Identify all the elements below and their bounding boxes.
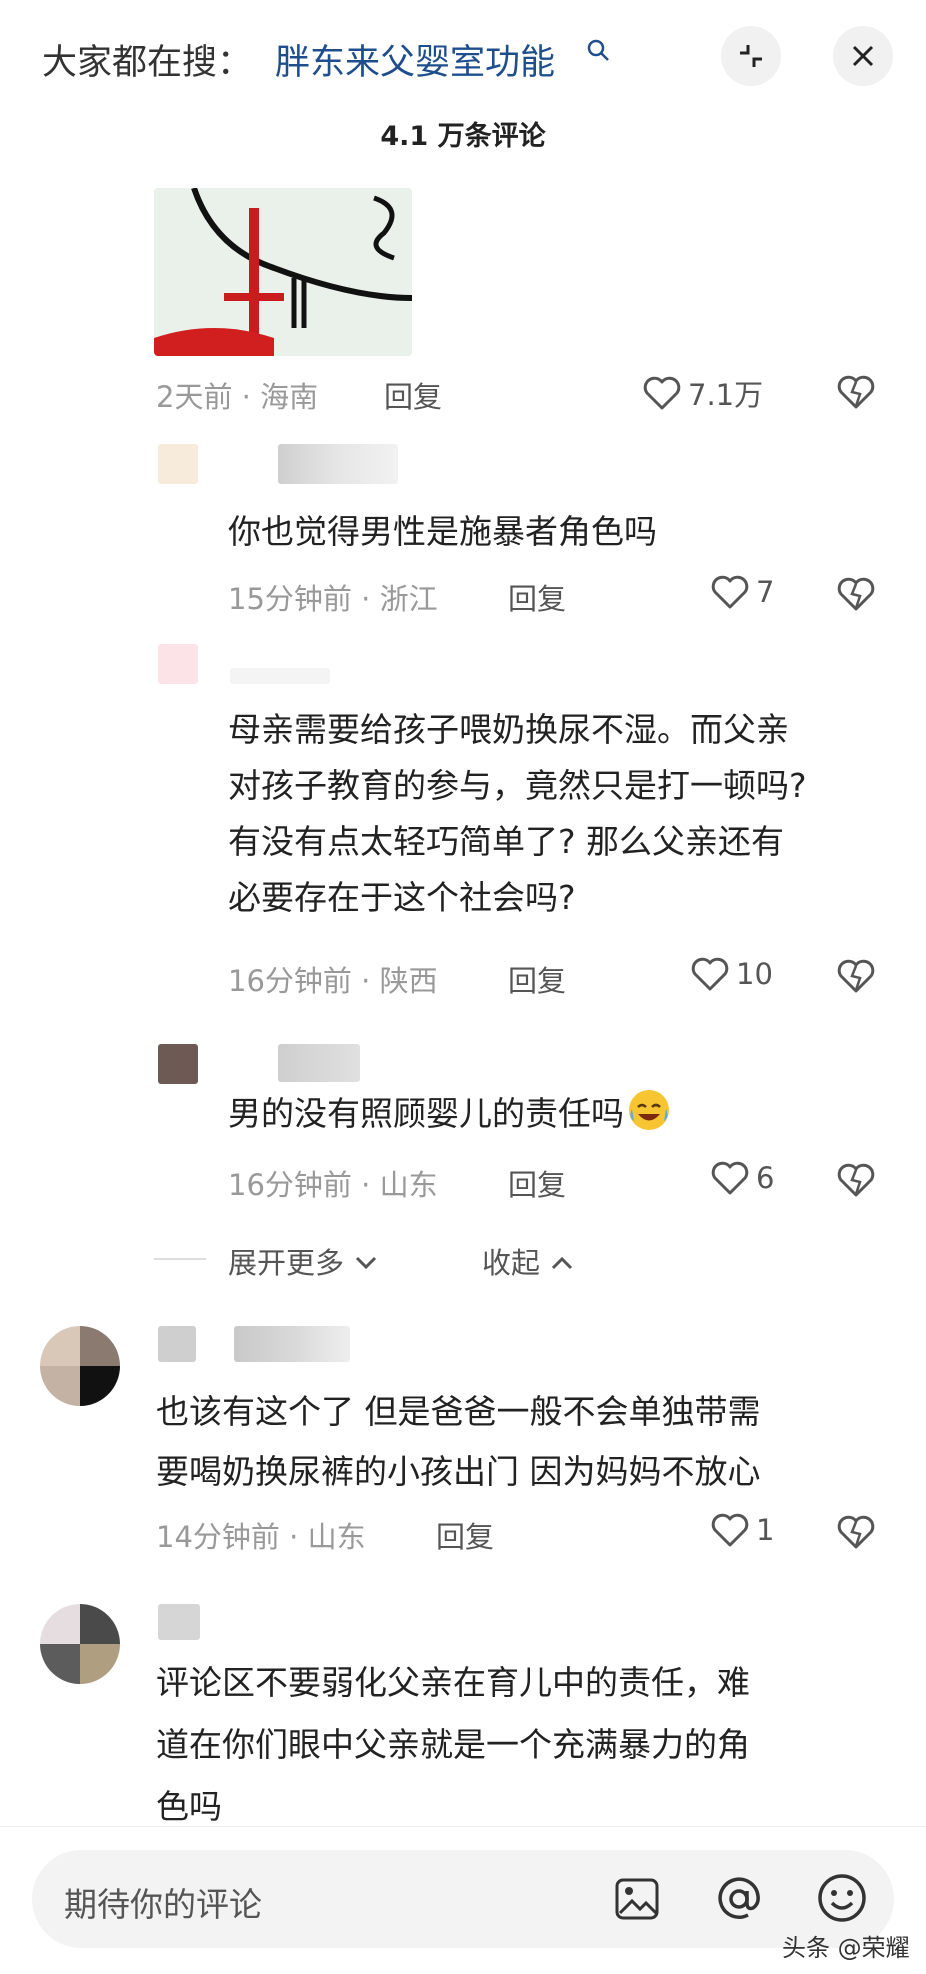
chevron-down-icon — [356, 1256, 377, 1270]
comment-text: 母亲需要给孩子喂奶换尿不湿。而父亲 对孩子教育的参与，竟然只是打一顿吗? 有没有… — [228, 710, 807, 917]
heart-icon — [711, 575, 749, 609]
username[interactable] — [278, 444, 398, 484]
username[interactable] — [278, 1044, 360, 1082]
comment-meta: 15分钟前 · 浙江 — [228, 582, 438, 616]
reply-button[interactable]: 回复 — [508, 1162, 566, 1204]
username[interactable] — [230, 668, 330, 684]
trending-search-link[interactable]: 胖东来父婴室功能 — [275, 34, 555, 85]
like-count: 6 — [756, 1161, 775, 1195]
chevron-up-icon — [552, 1256, 573, 1270]
username[interactable] — [158, 1326, 196, 1362]
avatar[interactable] — [158, 644, 198, 684]
top-bar: 大家都在搜： 胖东来父婴室功能 — [0, 0, 926, 118]
like-button[interactable]: 10 — [690, 956, 773, 992]
heart-icon — [691, 957, 729, 991]
like-count: 10 — [736, 957, 773, 991]
comment-text: 你也觉得男性是施暴者角色吗 — [228, 512, 657, 551]
watermark: 头条 @荣耀 — [782, 1934, 910, 1962]
avatar[interactable] — [40, 1326, 120, 1406]
close-icon — [852, 45, 874, 67]
heart-icon — [711, 1513, 749, 1547]
collapse-button[interactable] — [721, 26, 781, 86]
expand-more-button[interactable]: 展开更多 — [228, 1240, 379, 1282]
search-icon[interactable] — [586, 38, 612, 64]
heart-icon — [711, 1161, 749, 1195]
username-blur — [234, 1326, 350, 1362]
dislike-icon[interactable] — [836, 1514, 876, 1550]
comment-text: 男的没有照顾婴儿的责任吗 — [228, 1086, 672, 1142]
username[interactable] — [158, 1604, 200, 1640]
like-count: 1 — [756, 1513, 775, 1547]
mention-icon[interactable] — [714, 1874, 764, 1924]
comment-meta: 2天前 · 海南 — [156, 380, 319, 414]
like-count: 7.1万 — [688, 378, 764, 412]
trending-label: 大家都在搜： — [42, 43, 253, 83]
like-count: 7 — [756, 575, 775, 609]
reply-button[interactable]: 回复 — [384, 374, 442, 416]
comment-meta: 14分钟前 · 山东 — [156, 1520, 366, 1554]
collapse-thread-button[interactable]: 收起 — [482, 1240, 575, 1282]
avatar[interactable] — [158, 1044, 198, 1084]
emoji-icon[interactable] — [816, 1872, 868, 1924]
like-button[interactable]: 7.1万 — [642, 372, 763, 414]
avatar[interactable] — [158, 444, 198, 484]
comment-input-placeholder[interactable]: 期待你的评论 — [64, 1878, 262, 1926]
like-button[interactable]: 6 — [710, 1160, 774, 1196]
reply-button[interactable]: 回复 — [436, 1514, 494, 1556]
like-button[interactable]: 7 — [710, 574, 774, 610]
reply-button[interactable]: 回复 — [508, 576, 566, 618]
avatar[interactable] — [40, 1604, 120, 1684]
reply-button[interactable]: 回复 — [508, 958, 566, 1000]
comment-text: 评论区不要弱化父亲在育儿中的责任，难 道在你们眼中父亲就是一个充满暴力的角 色吗 — [156, 1663, 750, 1826]
like-button[interactable]: 1 — [710, 1512, 774, 1548]
crying-laughing-emoji-icon — [629, 1090, 669, 1130]
dislike-icon[interactable] — [836, 1162, 876, 1198]
comment-meta: 16分钟前 · 山东 — [228, 1168, 438, 1202]
dislike-icon[interactable] — [836, 576, 876, 612]
thread-divider — [154, 1258, 206, 1260]
heart-icon — [643, 376, 681, 410]
comment-meta: 16分钟前 · 陕西 — [228, 964, 438, 998]
dislike-icon[interactable] — [836, 374, 876, 410]
comment-text: 也该有这个了 但是爸爸一般不会单独带需 要喝奶换尿裤的小孩出门 因为妈妈不放心 — [156, 1392, 761, 1491]
collapse-icon — [740, 45, 762, 67]
image-icon[interactable] — [614, 1877, 660, 1921]
comment-count: 4.1 万条评论 — [380, 121, 546, 152]
comment-image[interactable] — [154, 188, 412, 356]
dislike-icon[interactable] — [836, 958, 876, 994]
close-button[interactable] — [833, 26, 893, 86]
